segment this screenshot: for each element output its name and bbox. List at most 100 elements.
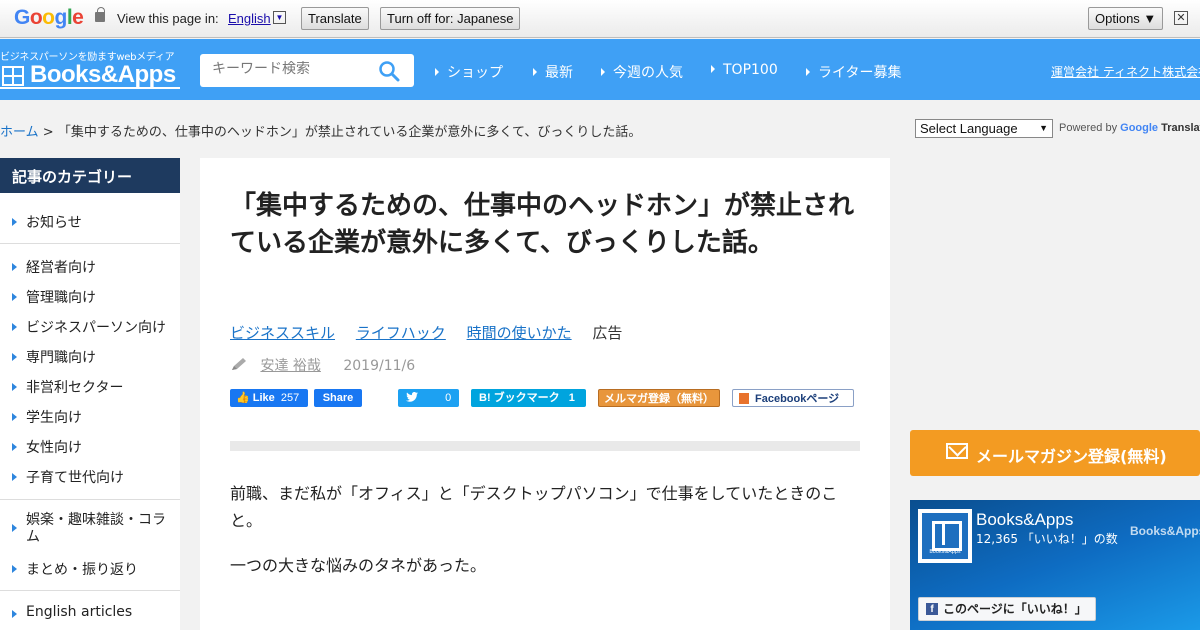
triangle-icon (12, 524, 17, 532)
logo-caption: Books&Apps (929, 549, 961, 555)
triangle-icon (806, 68, 810, 76)
fb-page-name[interactable]: Books&Apps (976, 510, 1073, 530)
facebook-page-button[interactable]: Facebookページ (732, 389, 854, 407)
translate-text: Translate (1161, 122, 1200, 134)
nav-top100[interactable]: TOP100 (711, 62, 778, 78)
sidebar-title: 記事のカテゴリー (0, 158, 180, 193)
hatena-count: 1 (568, 392, 575, 404)
chevron-down-icon[interactable]: ▼ (273, 11, 286, 24)
hatena-label: B! ブックマーク (479, 392, 560, 404)
sidebar-item-label: お知らせ (26, 215, 82, 231)
sidebar-item-label: English articles (26, 604, 133, 620)
translate-button[interactable]: Translate (301, 7, 369, 30)
sidebar-item-label: 非営利セクター (26, 380, 124, 396)
sidebar-item-label: 専門職向け (26, 350, 96, 366)
facebook-share-button[interactable]: Share (314, 389, 362, 407)
triangle-icon (12, 443, 17, 451)
logo-underline (0, 87, 180, 89)
triangle-icon (12, 413, 17, 421)
nav-label: ライター募集 (818, 65, 902, 81)
nav-latest[interactable]: 最新 (533, 62, 573, 82)
sidebar-item-label: 子育て世代向け (26, 470, 124, 486)
powered-by-google: Powered by Google Translate (1059, 122, 1200, 134)
fb-like-label: Like (252, 392, 275, 404)
language-select[interactable]: English (228, 11, 271, 26)
fb-page-label: Facebookページ (755, 393, 840, 405)
select-language-label: Select Language (920, 121, 1018, 136)
google-text: Google (1120, 122, 1159, 134)
powered-by-text: Powered by (1059, 122, 1118, 134)
triangle-icon (12, 293, 17, 301)
search-box (200, 54, 414, 87)
twitter-count: 0 (445, 392, 452, 404)
logo-mark-icon: Books&Apps (922, 513, 968, 559)
author-link[interactable]: 安達 裕哉 (260, 358, 320, 374)
envelope-icon (946, 443, 968, 459)
nav-label: ショップ (447, 65, 503, 81)
pencil-icon (232, 358, 246, 370)
nav-shop[interactable]: ショップ (435, 62, 503, 82)
sidebar-item-label: 学生向け (26, 410, 82, 426)
nav-writer-recruit[interactable]: ライター募集 (806, 62, 901, 82)
twitter-bird-icon (406, 392, 418, 402)
search-icon[interactable] (378, 60, 400, 82)
nav-label: 今週の人気 (613, 65, 683, 81)
flag-icon (739, 393, 749, 404)
breadcrumb-home[interactable]: ホーム (0, 125, 39, 140)
mailmag-subscribe-button[interactable]: メルマガ登録（無料） (598, 389, 720, 407)
google-logo: Google (14, 6, 84, 29)
google-translate-bar: Google View this page in: English ▼ Tran… (0, 0, 1200, 38)
fb-like-count: 12,365 「いいね！」の数 (976, 532, 1118, 546)
select-language-dropdown[interactable]: Select Language ▼ (915, 119, 1053, 138)
books-and-apps-logo[interactable]: Books&Apps (918, 509, 972, 563)
publish-date: 2019/11/6 (343, 358, 416, 374)
tag-time-management[interactable]: 時間の使いかた (467, 324, 572, 342)
article-paragraph: 前職、まだ私が「オフィス」と「デスクトップパソコン」で仕事をしていたときのこと。 (230, 484, 838, 530)
company-link[interactable]: 運営会社 ティネクト株式会社 (1051, 63, 1200, 80)
sidebar-item-label: 管理職向け (26, 290, 96, 306)
breadcrumb: ホーム > 「集中するための、仕事中のヘッドホン」が禁止されている企業が意外に多… (0, 121, 641, 140)
lock-icon (95, 7, 105, 22)
article-title: 「集中するための、仕事中のヘッドホン」が禁止されている企業が意外に多くて、びっく… (230, 191, 855, 258)
logo-mark-icon[interactable] (2, 66, 24, 86)
tag-business-skill[interactable]: ビジネススキル (230, 324, 335, 342)
turn-off-button[interactable]: Turn off for: Japanese (380, 7, 521, 30)
fb-page-like-label: このページに「いいね！」 (943, 602, 1087, 616)
mail-magazine-button[interactable]: メールマガジン登録(無料) (910, 430, 1200, 476)
fb-like-count: 257 (280, 392, 300, 404)
ad-label: 広告 (592, 324, 623, 342)
facebook-like-button[interactable]: 👍 Like 257 (230, 389, 308, 407)
fb-page-like-button[interactable]: f このページに「いいね！」 (918, 597, 1096, 621)
sidebar-group: 娯楽・趣味雑談・コラム まとめ・振り返り (0, 500, 180, 590)
chevron-down-icon: ▼ (1039, 123, 1048, 133)
triangle-icon (711, 65, 715, 73)
sidebar-item-label: ビジネスパーソン向け (26, 320, 166, 336)
triangle-icon (12, 565, 17, 573)
search-input[interactable] (212, 61, 372, 77)
tag-lifehack[interactable]: ライフハック (356, 324, 446, 342)
sidebar-group: English articles (0, 591, 180, 630)
close-icon[interactable]: ✕ (1174, 11, 1188, 25)
facebook-page-widget: Books&Apps Books&Apps 12,365 「いいね！」の数 Bo… (910, 500, 1200, 630)
site-header: ビジネスパーソンを励ますwebメディア Books&Apps ショップ 最新 今… (0, 39, 1200, 100)
sidebar-group: 経営者向け 管理職向け ビジネスパーソン向け 専門職向け 非営利セクター 学生向… (0, 244, 180, 499)
options-button[interactable]: Options ▼ (1088, 7, 1164, 30)
twitter-button[interactable]: 0 (398, 389, 459, 407)
hatena-bookmark-button[interactable]: B! ブックマーク 1 (471, 389, 586, 407)
cover-watermark: Books&Apps (1130, 524, 1200, 538)
sidebar-item-label: まとめ・振り返り (26, 562, 138, 578)
nav-weekly-popular[interactable]: 今週の人気 (601, 62, 683, 82)
site-logo[interactable]: Books&Apps (30, 61, 176, 89)
nav-label: TOP100 (723, 62, 778, 78)
triangle-icon (601, 68, 605, 76)
triangle-icon (12, 218, 17, 226)
triangle-icon (12, 353, 17, 361)
divider (230, 441, 860, 451)
sidebar-item-label: 経営者向け (26, 260, 96, 276)
view-page-text: View this page in: (117, 11, 219, 26)
article-paragraph: 一つの大きな悩みのタネがあった。 (230, 556, 487, 575)
triangle-icon (12, 610, 17, 618)
triangle-icon (12, 323, 17, 331)
triangle-icon (12, 473, 17, 481)
thumbs-up-icon: 👍 (236, 392, 250, 404)
